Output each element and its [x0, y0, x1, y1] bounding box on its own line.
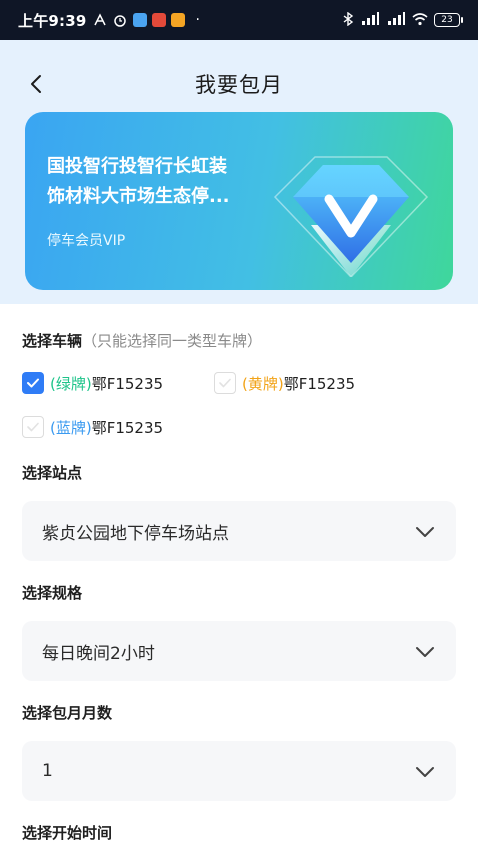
parking-lot-name-line: 饰材料大市场生态停...: [47, 186, 230, 207]
months-label: 选择包月月数: [22, 704, 113, 722]
spec-label: 选择规格: [22, 584, 83, 602]
spec-value: 每日晚间2小时: [42, 643, 155, 664]
header-zone: 我要包月 国投智行投智行长虹装 饰材料大市场生态停... 停车会员VIP: [0, 40, 478, 304]
plate-option-blue[interactable]: (蓝牌) 鄂F15235: [22, 416, 163, 438]
checkbox-unchecked-icon[interactable]: [214, 372, 236, 394]
status-time: 上午9:39: [18, 11, 87, 30]
station-value: 紫贞公园地下停车场站点: [42, 523, 229, 544]
notification-icon: [93, 13, 108, 28]
months-select[interactable]: 1: [22, 741, 456, 801]
start-time-label: 选择开始时间: [22, 824, 113, 842]
app-notification-icon: [151, 13, 166, 27]
spec-select[interactable]: 每日晚间2小时: [22, 621, 456, 681]
status-right-icons: 23: [342, 11, 463, 29]
plate-type: (黄牌): [242, 374, 284, 393]
vehicle-hint: （只能选择同一类型车牌）: [82, 332, 263, 350]
chevron-down-icon: [414, 524, 436, 538]
plate-number: 鄂F15235: [91, 374, 164, 393]
bluetooth-icon: [342, 11, 354, 29]
signal-icon: [360, 11, 380, 29]
chevron-down-icon: [414, 644, 436, 658]
wifi-icon: [412, 12, 428, 29]
status-bar: 上午9:39 · 23: [0, 0, 478, 40]
signal-icon: [386, 11, 406, 29]
vehicle-label-text: 选择车辆: [22, 332, 83, 350]
battery-icon: 23: [434, 13, 463, 27]
page-title: 我要包月: [195, 73, 283, 97]
app-notification-icon: [170, 13, 185, 27]
station-label: 选择站点: [22, 464, 83, 482]
checkbox-checked-icon[interactable]: [22, 372, 44, 394]
plate-option-green[interactable]: (绿牌) 鄂F15235: [22, 372, 163, 394]
plate-number: 鄂F15235: [91, 418, 164, 437]
chevron-down-icon: [414, 764, 436, 778]
station-select[interactable]: 紫贞公园地下停车场站点: [22, 501, 456, 561]
vip-subtitle: 停车会员VIP: [47, 233, 126, 249]
months-value: 1: [42, 761, 53, 781]
checkbox-unchecked-icon[interactable]: [22, 416, 44, 438]
alarm-icon: [113, 13, 128, 28]
diamond-icon: [271, 137, 431, 279]
plate-type: (蓝牌): [50, 418, 92, 437]
chevron-left-icon[interactable]: [26, 70, 48, 98]
app-notification-icon: [132, 13, 147, 27]
status-dot: ·: [195, 12, 200, 28]
plate-type: (绿牌): [50, 374, 92, 393]
parking-lot-name-line: 国投智行投智行长虹装: [47, 156, 227, 177]
plate-option-yellow[interactable]: (黄牌) 鄂F15235: [214, 372, 355, 394]
plate-number: 鄂F15235: [283, 374, 356, 393]
parking-lot-name: 国投智行投智行长虹装 饰材料大市场生态停...: [47, 152, 297, 212]
status-left-icons: ·: [93, 12, 200, 28]
vehicle-label: 选择车辆（只能选择同一类型车牌）: [22, 330, 262, 351]
vip-card: 国投智行投智行长虹装 饰材料大市场生态停... 停车会员VIP: [25, 112, 453, 290]
